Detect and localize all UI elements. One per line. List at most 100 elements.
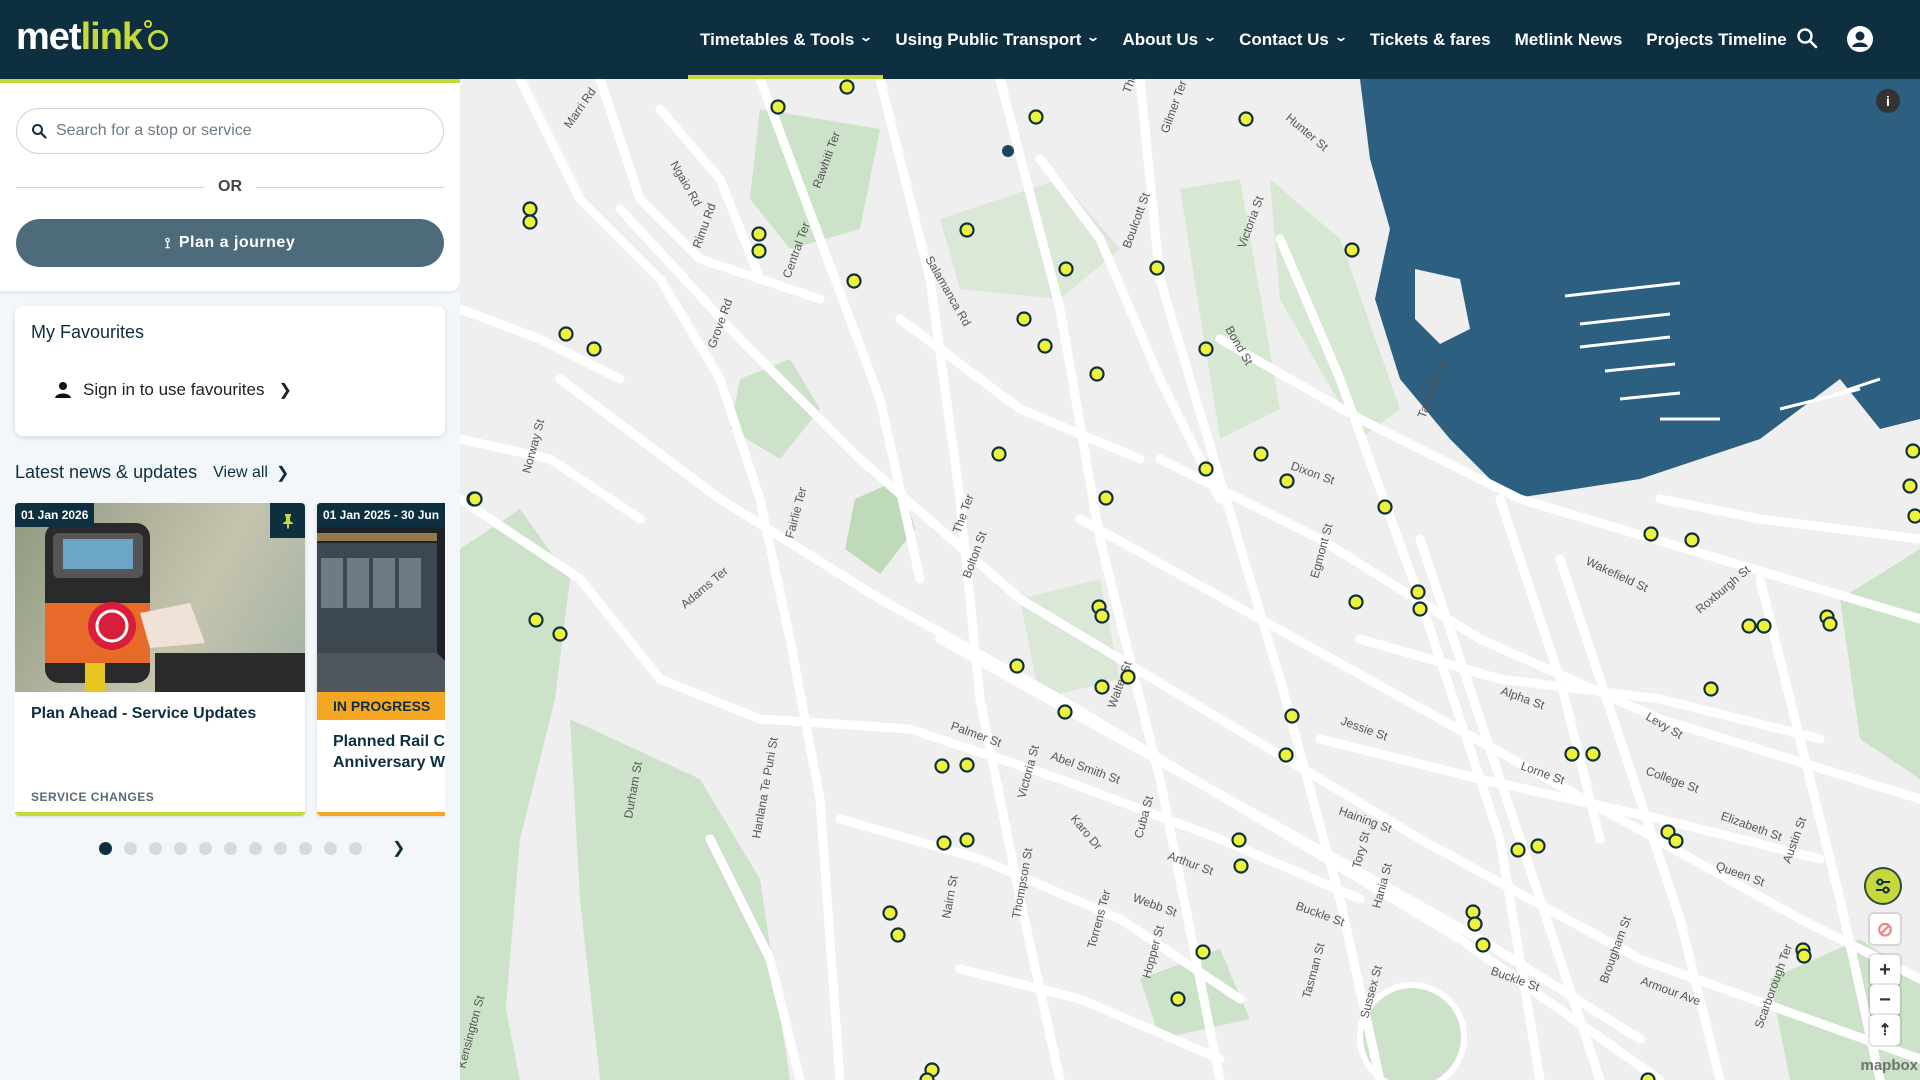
chevron-down-icon: ⌄ — [1086, 29, 1101, 44]
news-card[interactable]: 01 Jan 2026 Plan Ahead - Service Updates… — [15, 503, 305, 816]
nav-item[interactable]: Tickets & fares — [1370, 0, 1491, 79]
nav-item[interactable]: Using Public Transport ⌄ — [895, 0, 1101, 79]
favourites-card: My Favourites Sign in to use favourites … — [15, 306, 445, 436]
pager-dot[interactable] — [174, 841, 187, 855]
bus-stop-marker — [1149, 260, 1165, 276]
bus-stop-marker — [1058, 261, 1074, 277]
bus-stop-marker — [1231, 832, 1247, 848]
bus-stop-marker — [1905, 443, 1920, 459]
pin-icon — [270, 503, 305, 538]
bus-stop-marker — [558, 326, 574, 342]
pager-dot[interactable] — [199, 841, 212, 855]
pager-dot[interactable] — [299, 841, 312, 855]
pager-dot[interactable] — [274, 841, 287, 855]
bus-stop-marker — [1094, 679, 1110, 695]
nav-label: Tickets & fares — [1369, 29, 1491, 49]
bus-stop-marker — [1684, 532, 1700, 548]
card-category: SERVICE CHANGES — [31, 790, 155, 804]
news-carousel: 01 Jan 2026 Plan Ahead - Service Updates… — [15, 503, 445, 818]
map-canvas[interactable]: Marri RdNgaio RdRimu RdRawhiti TerSalama… — [460, 79, 1920, 1080]
bus-stop-marker — [1089, 366, 1105, 382]
bus-stop-marker — [934, 758, 950, 774]
view-all-label: View all — [213, 463, 268, 481]
news-card[interactable]: 01 Jan 2025 - 30 Jun IN PROGRESS Planned… — [317, 503, 445, 816]
nav-item[interactable]: Projects Timeline — [1646, 0, 1786, 79]
nav-item[interactable]: About Us ⌄ — [1123, 0, 1218, 79]
pager-dot[interactable] — [224, 841, 237, 855]
chevron-right-icon: ❯ — [278, 382, 292, 399]
pager-dot[interactable] — [124, 841, 137, 855]
search-icon[interactable] — [1795, 26, 1819, 55]
or-divider: OR — [16, 176, 444, 198]
view-all-link[interactable]: View all ❯ — [213, 463, 289, 483]
in-progress-badge: IN PROGRESS — [317, 692, 445, 720]
bus-stop-marker — [936, 835, 952, 851]
chevron-down-icon: ⌄ — [1333, 29, 1348, 44]
zoom-out-button[interactable]: − — [1870, 985, 1900, 1015]
bus-stop-marker — [1198, 461, 1214, 477]
bus-stop-marker — [467, 491, 483, 507]
main-nav: Timetables & Tools ⌄ Using Public Transpor… — [687, 0, 1811, 79]
bus-stop-marker — [1564, 746, 1580, 762]
pager-dot[interactable] — [324, 841, 337, 855]
account-icon[interactable] — [1846, 25, 1874, 58]
bus-stop-marker — [1170, 991, 1186, 1007]
bus-stop-marker — [528, 612, 544, 628]
bus-stop-marker — [959, 832, 975, 848]
card-heading: Planned Rail Closures Anniversary Weeken… — [333, 733, 445, 771]
card-image — [15, 503, 305, 692]
location-off-icon[interactable]: ⊘ — [1870, 914, 1900, 944]
sign-in-favourites-link[interactable]: Sign in to use favourites ❯ — [53, 380, 292, 400]
metlink-logo[interactable]: met link — [16, 16, 174, 59]
bus-stop-marker — [991, 446, 1007, 462]
bus-stop-marker — [1741, 618, 1757, 634]
card-heading: Plan Ahead - Service Updates — [31, 705, 257, 722]
search-icon — [32, 124, 47, 139]
bus-stop-marker — [751, 243, 767, 259]
bus-stop-marker — [1198, 341, 1214, 357]
bus-stop-marker — [1902, 478, 1918, 494]
nav-item[interactable]: Metlink News — [1515, 0, 1623, 79]
bus-stop-marker — [1796, 948, 1812, 964]
chevron-right-icon: ❯ — [275, 464, 290, 482]
search-input[interactable]: Search for a stop or service — [16, 108, 444, 154]
pager-dot[interactable] — [149, 841, 162, 855]
person-icon — [55, 382, 71, 398]
news-title: Latest news & updates — [15, 462, 198, 482]
bus-stop-marker — [586, 341, 602, 357]
bus-stop-marker — [1412, 601, 1428, 617]
bus-stop-marker — [1279, 473, 1295, 489]
bus-stop-marker — [959, 757, 975, 773]
nav-item[interactable]: Contact Us ⌄ — [1239, 0, 1348, 79]
zoom-in-button[interactable]: + — [1870, 955, 1900, 985]
layers-filter-icon[interactable] — [1866, 869, 1900, 903]
bus-stop-marker — [1094, 608, 1110, 624]
plan-journey-button[interactable]: ⟟ Plan a journey — [16, 219, 444, 267]
card-date: 01 Jan 2026 — [15, 503, 95, 527]
bus-stop-marker — [1016, 311, 1032, 327]
bus-stop-marker — [1120, 669, 1136, 685]
card-date: 01 Jan 2025 - 30 Jun — [317, 503, 445, 527]
bus-stop-marker — [1195, 944, 1211, 960]
nav-label: Contact Us — [1239, 29, 1329, 49]
map-view[interactable]: Marri Rd Ngaio Rd Rimu Rd Rawhiti Ter Salama… — [460, 79, 1920, 1080]
pager-dot[interactable] — [99, 841, 112, 855]
route-icon: ⟟ — [164, 234, 171, 252]
nav-label: Using Public Transport — [895, 29, 1082, 49]
bus-stop-marker — [1028, 109, 1044, 125]
pager-dot[interactable] — [249, 841, 262, 855]
bus-stop-marker — [770, 99, 786, 115]
nav-item[interactable]: Timetables & Tools ⌄ — [687, 0, 884, 79]
pager-dot[interactable] — [349, 841, 362, 855]
location-dot — [1002, 145, 1014, 157]
carousel-pager: ❯ — [99, 838, 405, 858]
bus-stop-marker — [1643, 526, 1659, 542]
bus-stop-marker — [1098, 490, 1114, 506]
compass-icon[interactable]: ⇡ — [1870, 1015, 1900, 1045]
bus-stop-marker — [1009, 658, 1025, 674]
info-icon[interactable]: i — [1876, 89, 1900, 113]
bus-stop-marker — [919, 1072, 935, 1080]
bus-stop-marker — [522, 201, 538, 217]
bus-stop-marker — [1233, 858, 1249, 874]
chevron-right-icon[interactable]: ❯ — [392, 838, 405, 858]
